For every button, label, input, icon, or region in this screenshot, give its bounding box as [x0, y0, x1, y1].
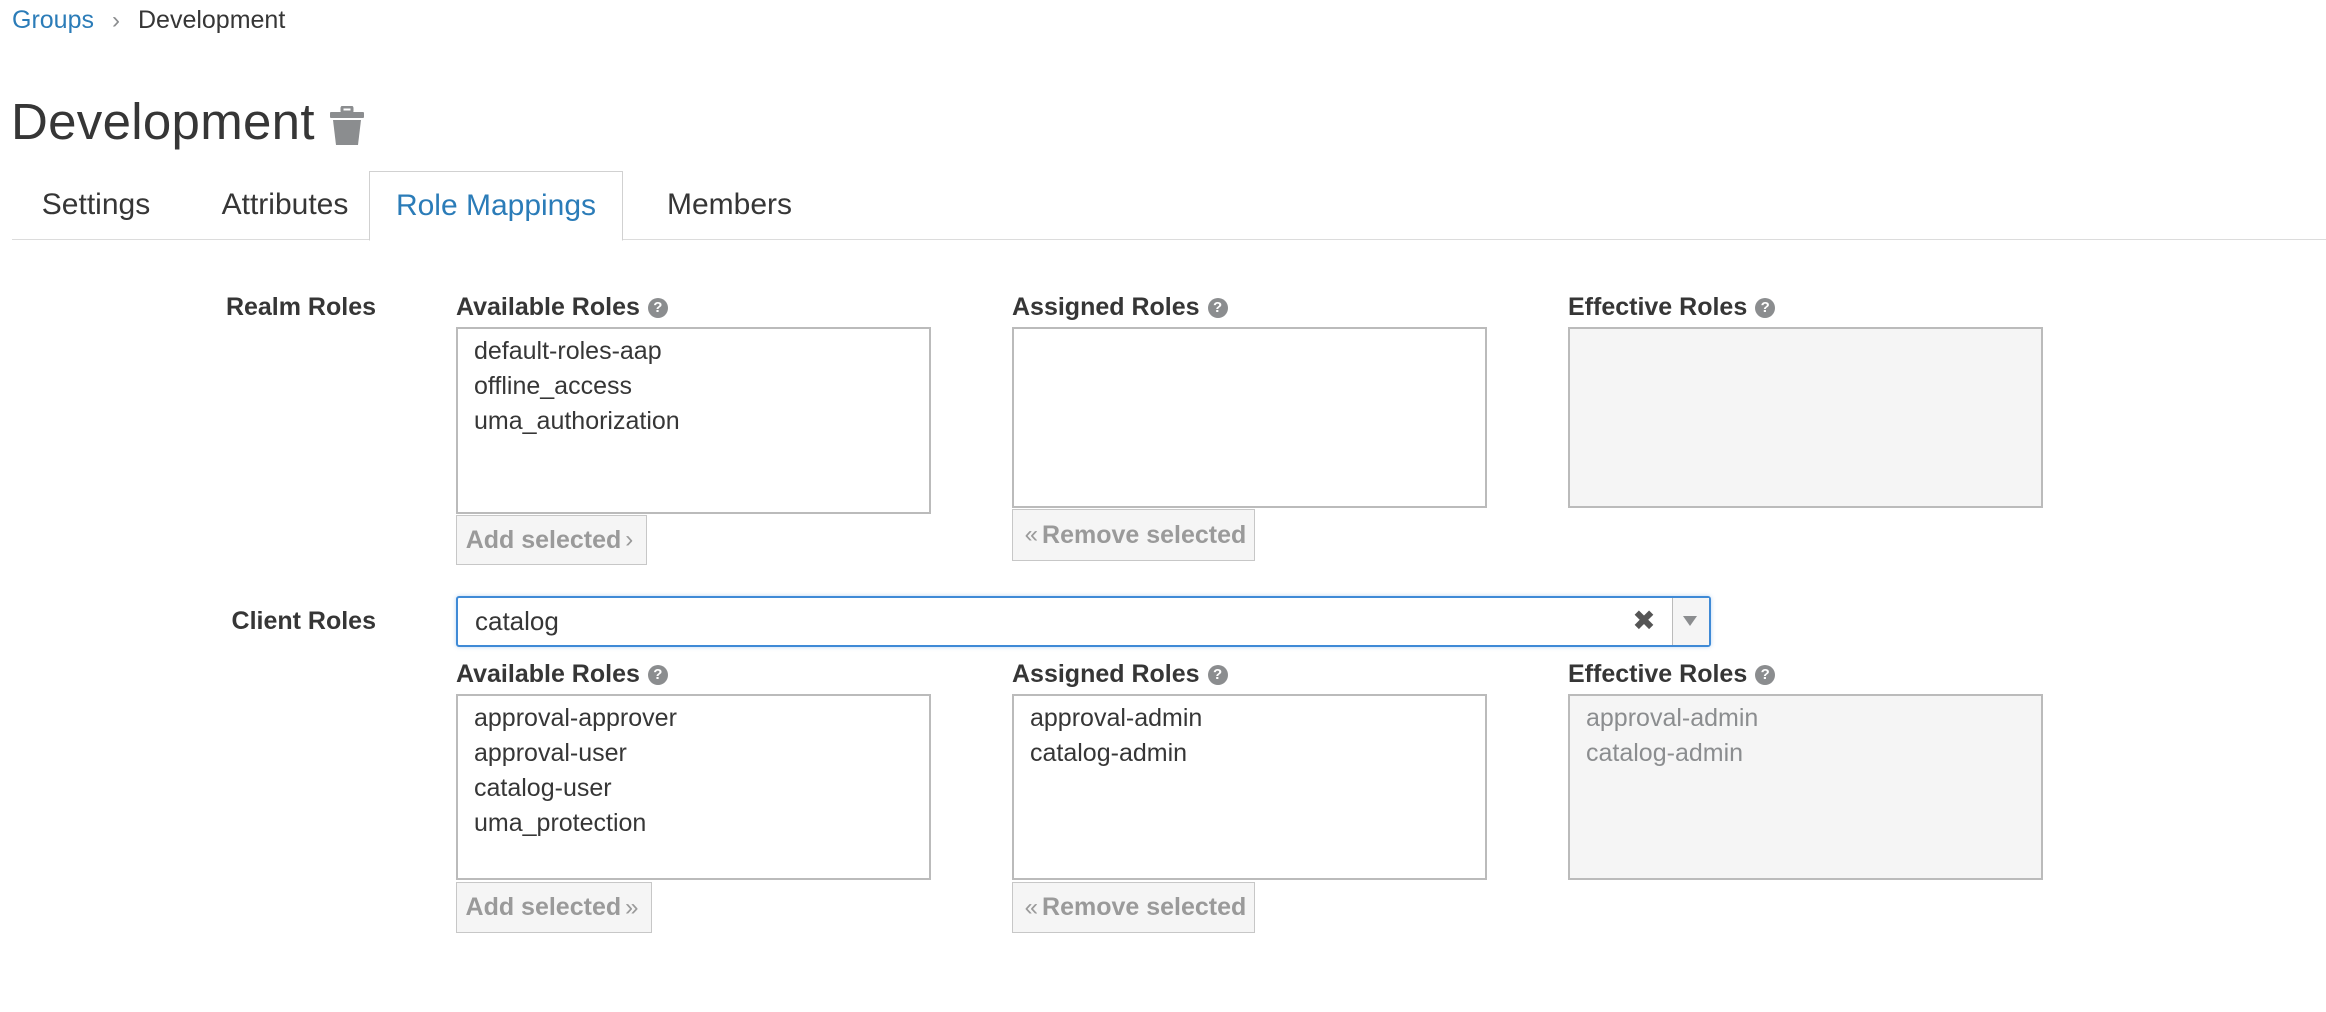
close-icon[interactable]: ✖: [1629, 606, 1659, 636]
tab-attributes[interactable]: Attributes: [198, 171, 372, 239]
list-item[interactable]: catalog-user: [458, 771, 929, 806]
realm-assigned-roles-label: Assigned Roles: [1012, 293, 1200, 321]
list-item[interactable]: approval-approver: [458, 701, 929, 736]
list-item[interactable]: uma_protection: [458, 806, 929, 841]
breadcrumb: Groups › Development: [12, 6, 285, 35]
client-available-roles-heading: Available Roles ?: [456, 660, 668, 689]
list-item[interactable]: uma_authorization: [458, 404, 929, 439]
client-assigned-roles-heading: Assigned Roles ?: [1012, 660, 1228, 689]
realm-add-selected-button[interactable]: Add selected ›: [456, 515, 647, 565]
double-chevron-left-icon: «: [1024, 893, 1039, 921]
client-effective-roles-heading: Effective Roles ?: [1568, 660, 1776, 689]
double-chevron-right-icon: »: [625, 893, 639, 921]
client-effective-roles-label: Effective Roles: [1568, 660, 1748, 688]
client-select[interactable]: catalog ✖: [456, 596, 1711, 647]
trash-icon[interactable]: [328, 105, 366, 146]
tab-role-mappings[interactable]: Role Mappings: [369, 171, 623, 241]
question-circle-icon[interactable]: ?: [1755, 664, 1776, 685]
client-select-value: catalog: [475, 606, 559, 636]
question-circle-icon[interactable]: ?: [647, 297, 668, 318]
add-selected-label: Add selected: [465, 893, 622, 921]
question-circle-icon[interactable]: ?: [647, 664, 668, 685]
chevron-right-icon: ›: [625, 526, 634, 553]
client-assigned-roles-label: Assigned Roles: [1012, 660, 1200, 688]
tab-settings[interactable]: Settings: [12, 171, 180, 239]
list-item[interactable]: approval-user: [458, 736, 929, 771]
realm-assigned-roles-heading: Assigned Roles ?: [1012, 293, 1228, 322]
remove-selected-label: Remove selected: [1042, 893, 1247, 921]
realm-available-roles-heading: Available Roles ?: [456, 293, 668, 322]
breadcrumb-separator: ›: [111, 6, 120, 34]
realm-roles-label: Realm Roles: [225, 293, 376, 321]
remove-selected-label: Remove selected: [1042, 520, 1247, 549]
client-roles-label: Client Roles: [231, 607, 376, 635]
realm-available-roles-list[interactable]: default-roles-aap offline_access uma_aut…: [456, 327, 931, 514]
question-circle-icon[interactable]: ?: [1207, 664, 1228, 685]
question-circle-icon[interactable]: ?: [1207, 297, 1228, 318]
caret-down-icon[interactable]: [1672, 598, 1709, 645]
question-circle-icon[interactable]: ?: [1755, 297, 1776, 318]
list-item[interactable]: default-roles-aap: [458, 334, 929, 369]
client-available-roles-list[interactable]: approval-approver approval-user catalog-…: [456, 694, 931, 880]
client-add-selected-button[interactable]: Add selected»: [456, 882, 652, 933]
realm-remove-selected-button[interactable]: «Remove selected: [1012, 509, 1255, 561]
client-available-roles-label: Available Roles: [456, 660, 640, 688]
realm-effective-roles-heading: Effective Roles ?: [1568, 293, 1776, 322]
list-item[interactable]: approval-admin: [1014, 701, 1485, 736]
tab-members[interactable]: Members: [632, 171, 827, 239]
realm-available-roles-label: Available Roles: [456, 293, 640, 321]
list-item: approval-admin: [1586, 704, 1759, 732]
realm-assigned-roles-list[interactable]: [1012, 327, 1487, 508]
list-item: catalog-admin: [1586, 739, 1744, 767]
client-remove-selected-button[interactable]: «Remove selected: [1012, 882, 1255, 933]
realm-effective-roles-list: [1568, 327, 2043, 508]
tab-bar: Settings Attributes Role Mappings Member…: [12, 171, 2326, 241]
client-assigned-roles-list[interactable]: approval-admin catalog-admin: [1012, 694, 1487, 880]
list-item[interactable]: catalog-admin: [1014, 736, 1485, 771]
client-effective-roles-list: approval-admin catalog-admin: [1568, 694, 2043, 880]
realm-effective-roles-label: Effective Roles: [1568, 293, 1748, 321]
list-item[interactable]: offline_access: [458, 369, 929, 404]
breadcrumb-groups-link[interactable]: Groups: [12, 6, 94, 35]
double-chevron-left-icon: «: [1024, 521, 1039, 548]
add-selected-label: Add selected: [465, 525, 622, 554]
breadcrumb-current: Development: [137, 6, 286, 34]
page-title: Development: [11, 93, 315, 150]
